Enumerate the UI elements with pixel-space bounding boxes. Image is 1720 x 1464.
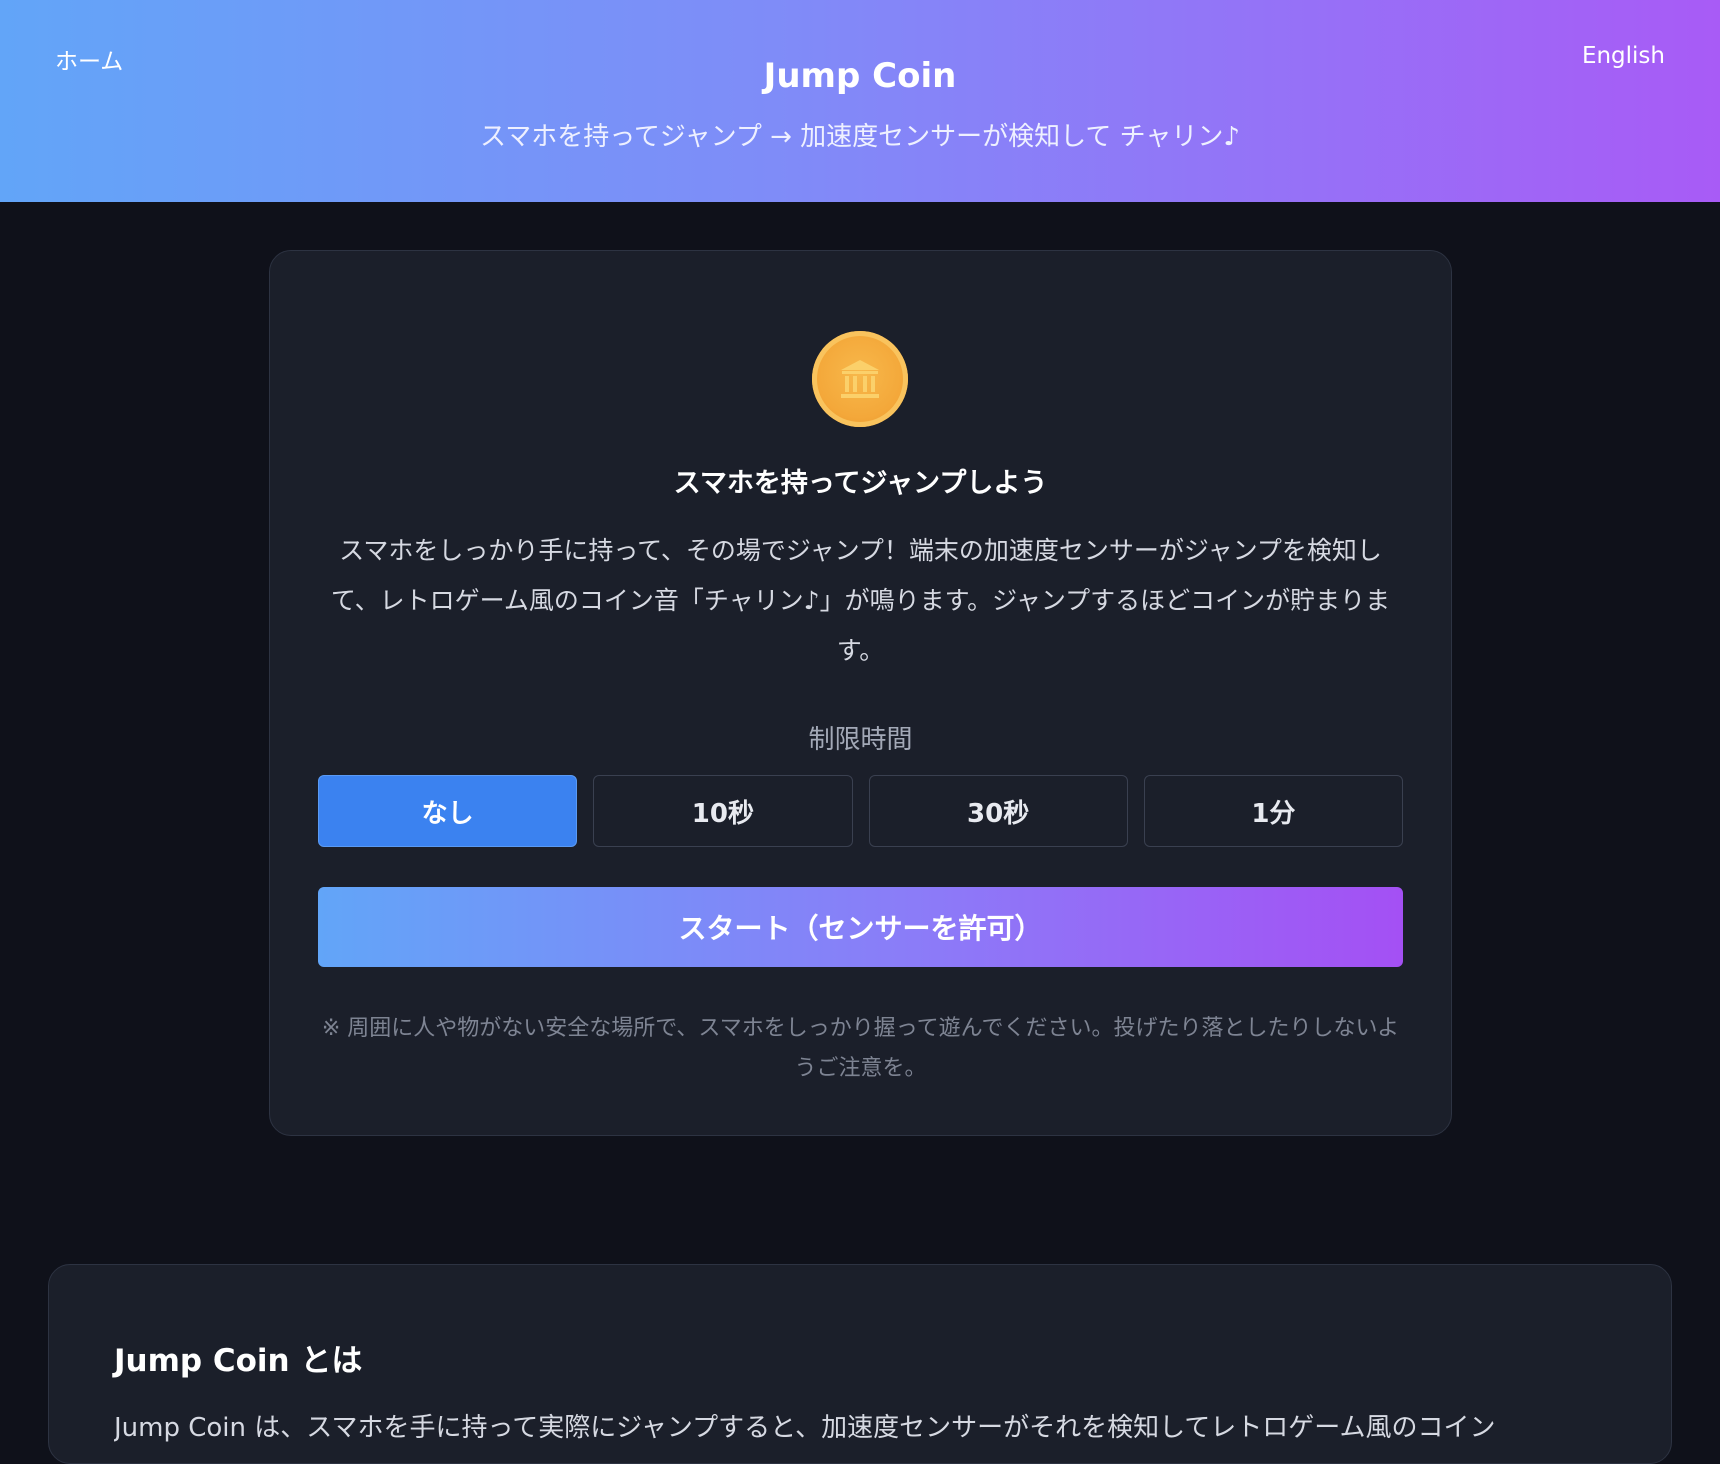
time-option-1min[interactable]: 1分 [1143, 775, 1403, 847]
app-subtitle: スマホを持ってジャンプ → 加速度センサーが検知して チャリン♪ [480, 122, 1240, 152]
time-limit-label: 制限時間 [808, 725, 913, 755]
jump-game-card: スマホを持ってジャンプしよう スマホをしっかり手に持って、その場でジャンプ！端末… [269, 250, 1452, 1136]
about-section: Jump Coin とは Jump Coin は、スマホを手に持って実際にジャン… [48, 1264, 1672, 1464]
time-limit-options: なし 10秒 30秒 1分 [318, 775, 1403, 847]
start-button[interactable]: スタート（センサーを許可） [318, 887, 1403, 967]
time-option-30s[interactable]: 30秒 [868, 775, 1128, 847]
language-switch-link[interactable]: English [1582, 43, 1665, 69]
bank-coin-icon [812, 331, 908, 427]
time-option-none[interactable]: なし [318, 775, 578, 847]
app-title: Jump Coin [763, 56, 957, 96]
safety-note: ※ 周囲に人や物がない安全な場所で、スマホをしっかり握って遊んでください。投げた… [321, 1016, 1400, 1081]
about-text: Jump Coin は、スマホを手に持って実際にジャンプすると、加速度センサーが… [114, 1413, 1496, 1443]
about-title: Jump Coin とは [114, 1343, 363, 1379]
site-header: ホーム Jump Coin スマホを持ってジャンプ → 加速度センサーが検知して… [0, 0, 1720, 202]
card-description: スマホをしっかり手に持って、その場でジャンプ！端末の加速度センサーがジャンプを検… [330, 536, 1391, 665]
time-option-10s[interactable]: 10秒 [593, 775, 853, 847]
card-heading: スマホを持ってジャンプしよう [673, 468, 1048, 499]
